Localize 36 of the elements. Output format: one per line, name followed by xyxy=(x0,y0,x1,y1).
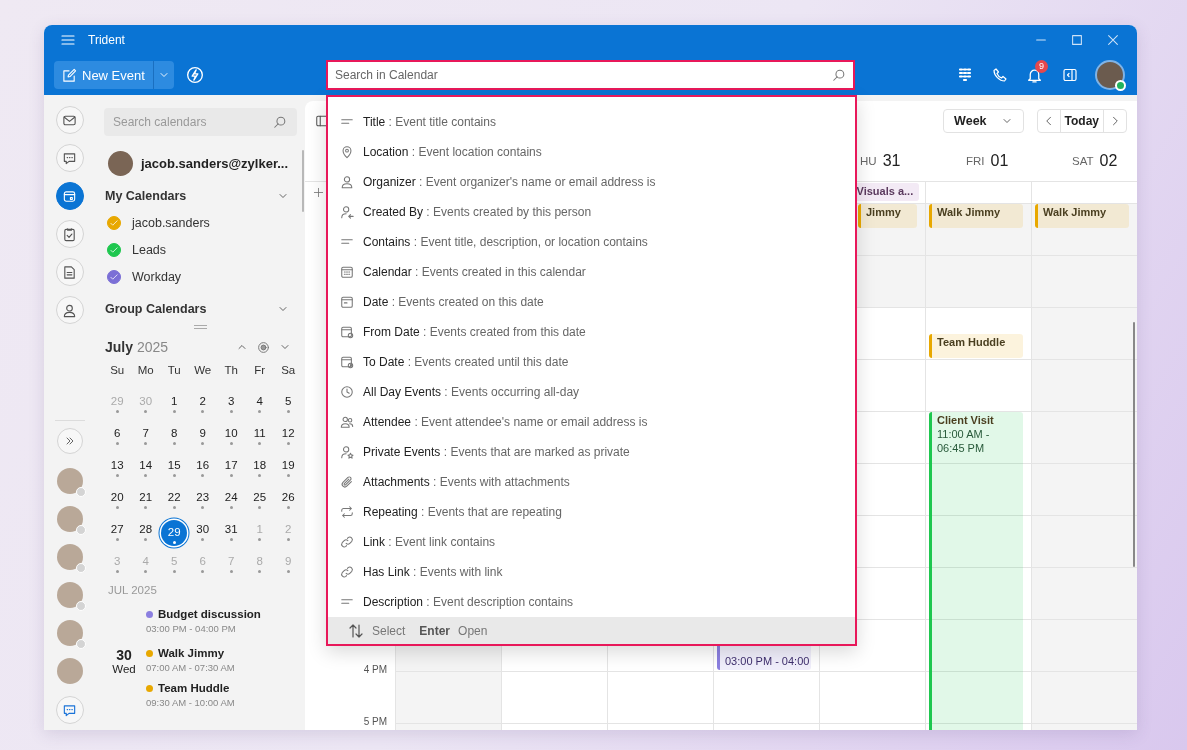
weekday-label: Tu xyxy=(166,363,182,378)
event-title: Budget discussion xyxy=(158,608,261,620)
event-title: Team Huddle xyxy=(158,682,230,694)
hint-text: Open xyxy=(458,623,488,638)
event-title: Walk Jimmy xyxy=(158,647,225,659)
notification-badge: 9 xyxy=(1035,60,1048,73)
window-title: Trident xyxy=(88,33,125,47)
hint-text: Select xyxy=(372,623,406,638)
agenda-date: 30 xyxy=(116,647,132,663)
calendar-name: Workday xyxy=(132,269,182,284)
calendar-name: jacob.sanders xyxy=(132,215,210,230)
account-name: jacob.sanders@zylker... xyxy=(141,155,289,171)
day-name: SAT xyxy=(1072,154,1094,167)
section-title: Group Calendars xyxy=(105,301,207,316)
month-title: July 2025 xyxy=(105,339,169,355)
weekday-label: We xyxy=(193,363,213,378)
event-time: 07:00 AM - 07:30 AM xyxy=(146,662,236,673)
weekday-label: Su xyxy=(109,363,126,378)
event-time: 09:30 AM - 10:00 AM xyxy=(146,697,236,708)
day-date: 01 xyxy=(990,151,1009,170)
key-label: Enter xyxy=(419,623,451,638)
agenda-heading: JUL 2025 xyxy=(108,584,158,596)
weekday-label: Th xyxy=(223,363,239,378)
day-date: 31 xyxy=(882,151,901,170)
weekday-label: Mo xyxy=(136,363,155,378)
time-label: 4 PM xyxy=(363,664,387,675)
agenda-weekday: Wed xyxy=(112,663,136,675)
weekday-label: Sa xyxy=(280,363,297,378)
day-date: 02 xyxy=(1099,151,1118,170)
time-label: 5 PM xyxy=(363,716,387,727)
event-time: 03:00 PM - 04:00 PM xyxy=(146,623,237,634)
section-title: My Calendars xyxy=(105,188,187,203)
day-name: FRI xyxy=(966,154,985,167)
calendar-name: Leads xyxy=(132,242,167,257)
day-name: HU xyxy=(860,154,877,167)
weekday-label: Fr xyxy=(253,363,267,378)
